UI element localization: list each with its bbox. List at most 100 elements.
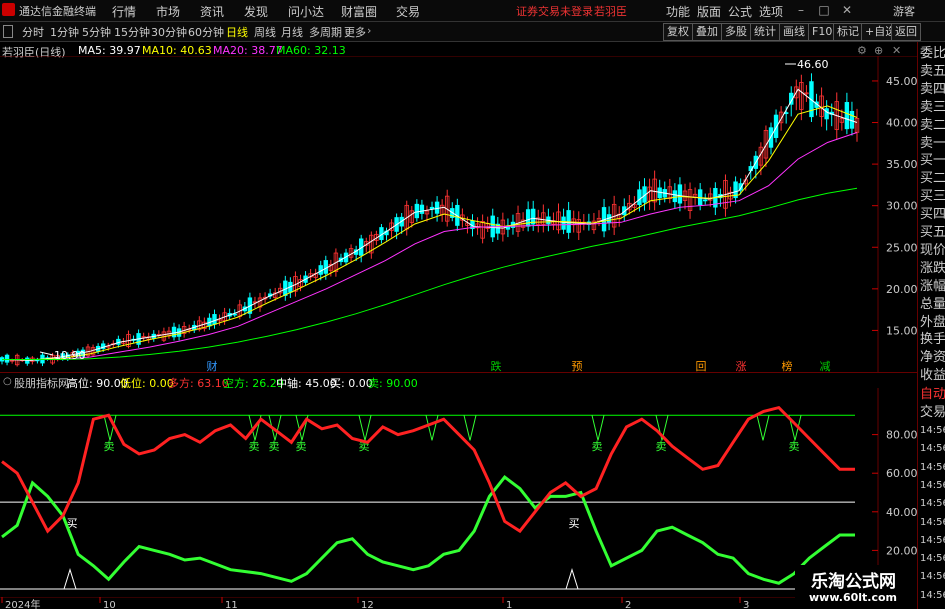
high-price-label: 46.60 xyxy=(797,58,829,71)
statistics-button[interactable]: 统计 xyxy=(750,23,780,41)
candle-body xyxy=(4,354,10,363)
minimize-icon[interactable]: – xyxy=(793,2,809,18)
close-icon[interactable]: ✕ xyxy=(839,2,855,18)
tick-time: 14:56 xyxy=(920,498,945,510)
menu-layout[interactable]: 版面 xyxy=(697,3,721,20)
sell-signal-icon xyxy=(591,415,605,441)
event-tag: 跌 xyxy=(491,359,502,372)
menu-wealth-circle[interactable]: 财富圈 xyxy=(341,3,377,20)
duofang-line xyxy=(1,405,855,534)
quote-label: 现价 xyxy=(920,242,945,258)
overlay-button[interactable]: 叠加 xyxy=(692,23,722,41)
quote-label: 卖一 xyxy=(920,135,945,151)
candle-body xyxy=(419,204,425,214)
candle-body xyxy=(561,216,566,230)
quote-label: 外盘 xyxy=(920,314,945,330)
tf-1min[interactable]: 1分钟 xyxy=(50,24,79,40)
watermark-title: 乐淘公式网 xyxy=(811,572,896,592)
user-label[interactable]: 游客 xyxy=(893,3,915,19)
pane-separator xyxy=(0,372,917,373)
app-title: 通达信金融终端 xyxy=(19,5,96,18)
sell-signal-label: 卖 xyxy=(269,440,280,453)
tick-time: 14:56 xyxy=(920,571,945,583)
tf-monthly[interactable]: 月线 xyxy=(281,24,303,40)
candle-body xyxy=(637,189,642,206)
x-tick-label: 3 xyxy=(743,600,749,609)
quote-label: 买三 xyxy=(920,189,945,205)
candle-body xyxy=(323,260,328,274)
candle-body xyxy=(434,201,440,214)
menu-formula[interactable]: 公式 xyxy=(728,3,752,20)
draw-line-button[interactable]: 画线 xyxy=(779,23,809,41)
ma-line-ma5 xyxy=(1,88,858,361)
panel-tab[interactable]: 自动 xyxy=(920,385,945,404)
menu-news[interactable]: 资讯 xyxy=(200,3,224,20)
tick-time: 14:56 xyxy=(920,479,945,491)
ma-line-ma20 xyxy=(2,132,858,360)
sell-signal-label: 卖 xyxy=(592,440,603,453)
panel-tab[interactable]: 交易 xyxy=(920,403,945,422)
event-tag: 回 xyxy=(696,360,707,372)
quote-label: 总量 xyxy=(920,296,945,312)
sell-signal-icon xyxy=(756,415,770,441)
price-chart[interactable]: 45.00 40.00 35.00 30.00 25.00 20.00 15.00 财 跌 预 回… xyxy=(0,56,917,372)
tf-multi-period[interactable]: 多周期 xyxy=(309,24,342,40)
quote-label: 委比 xyxy=(920,46,945,61)
y-tick-label: 40.00 xyxy=(886,117,917,130)
candle-body xyxy=(703,199,708,202)
tf-5min[interactable]: 5分钟 xyxy=(82,24,111,40)
tick-time: 14:56 xyxy=(920,443,945,455)
event-tag: 榜 xyxy=(782,359,793,372)
tick-time: 14:56 xyxy=(920,589,945,601)
watermark-url: www.60lt.com xyxy=(809,591,898,604)
tf-weekly[interactable]: 周线 xyxy=(254,24,276,40)
sell-signal-label: 卖 xyxy=(104,440,115,453)
event-tag: 减 xyxy=(820,360,831,372)
sell-signal-label: 卖 xyxy=(789,440,800,453)
tf-timeshare[interactable]: 分时 xyxy=(22,24,44,40)
more-arrow-icon[interactable]: › xyxy=(367,24,371,37)
chart-toolbar: 分时 1分钟 5分钟 15分钟 30分钟 60分钟 日线 周线 月线 多周期 更… xyxy=(0,22,945,42)
y-tick-label: 25.00 xyxy=(886,241,917,254)
tick-time: 14:56 xyxy=(920,461,945,473)
y-tick-label: 20.00 xyxy=(886,283,917,296)
event-tag: 涨 xyxy=(736,360,747,372)
quote-label: 涨幅 xyxy=(920,278,945,294)
menu-market[interactable]: 市场 xyxy=(156,3,180,20)
multi-stock-button[interactable]: 多股 xyxy=(721,23,751,41)
candle-body xyxy=(824,108,829,120)
indicator-chart[interactable]: 卖卖卖卖卖卖卖卖买买 80.0060.0040.0020.00 xyxy=(0,388,917,597)
x-tick-label: 11 xyxy=(225,600,238,609)
quote-label: 卖二 xyxy=(920,117,945,133)
menu-options[interactable]: 选项 xyxy=(759,3,783,20)
event-tag: 预 xyxy=(572,360,583,372)
menu-wenxiaoda[interactable]: 问小达 xyxy=(288,3,324,20)
tf-daily[interactable]: 日线 xyxy=(226,24,248,40)
fuquan-button[interactable]: 复权 xyxy=(663,23,693,41)
quote-side-panel: 委比 卖五 卖四 卖三 卖二 卖一 买一 买二 买三 买四 买五 现价 涨跌 涨幅 总量 外盘 换手 净资 收益 自动… xyxy=(917,42,945,609)
tick-time: 14:56 xyxy=(920,516,945,528)
login-status[interactable]: 证券交易未登录 xyxy=(516,3,593,19)
collapse-icon[interactable] xyxy=(3,25,13,38)
tf-more[interactable]: 更多 xyxy=(344,24,366,40)
y-tick-label: 45.00 xyxy=(886,75,917,88)
maximize-icon[interactable]: □ xyxy=(816,2,832,18)
indicator-toggle-icon[interactable]: ○ xyxy=(3,376,12,387)
tf-60min[interactable]: 60分钟 xyxy=(188,24,224,40)
ma-line-ma60 xyxy=(2,187,858,360)
mark-button[interactable]: 标记 xyxy=(833,23,863,41)
menu-discover[interactable]: 发现 xyxy=(244,3,268,20)
tf-30min[interactable]: 30分钟 xyxy=(151,24,187,40)
tf-15min[interactable]: 15分钟 xyxy=(114,24,150,40)
back-button[interactable]: 返回 xyxy=(891,23,921,41)
ma-legend-marker-icon xyxy=(65,44,71,50)
menu-functions[interactable]: 功能 xyxy=(666,3,690,20)
top-menu-bar: 通达信金融终端 行情 市场 资讯 发现 问小达 财富圈 交易 证券交易未登录 若… xyxy=(0,0,945,22)
quote-label: 买一 xyxy=(920,153,945,169)
sell-signal-label: 卖 xyxy=(249,440,260,453)
tick-time: 14:56 xyxy=(920,425,945,436)
ind-tick-label: 20.00 xyxy=(886,544,917,557)
menu-trade[interactable]: 交易 xyxy=(396,3,420,20)
candle-body xyxy=(429,206,435,210)
menu-quotes[interactable]: 行情 xyxy=(112,3,136,20)
